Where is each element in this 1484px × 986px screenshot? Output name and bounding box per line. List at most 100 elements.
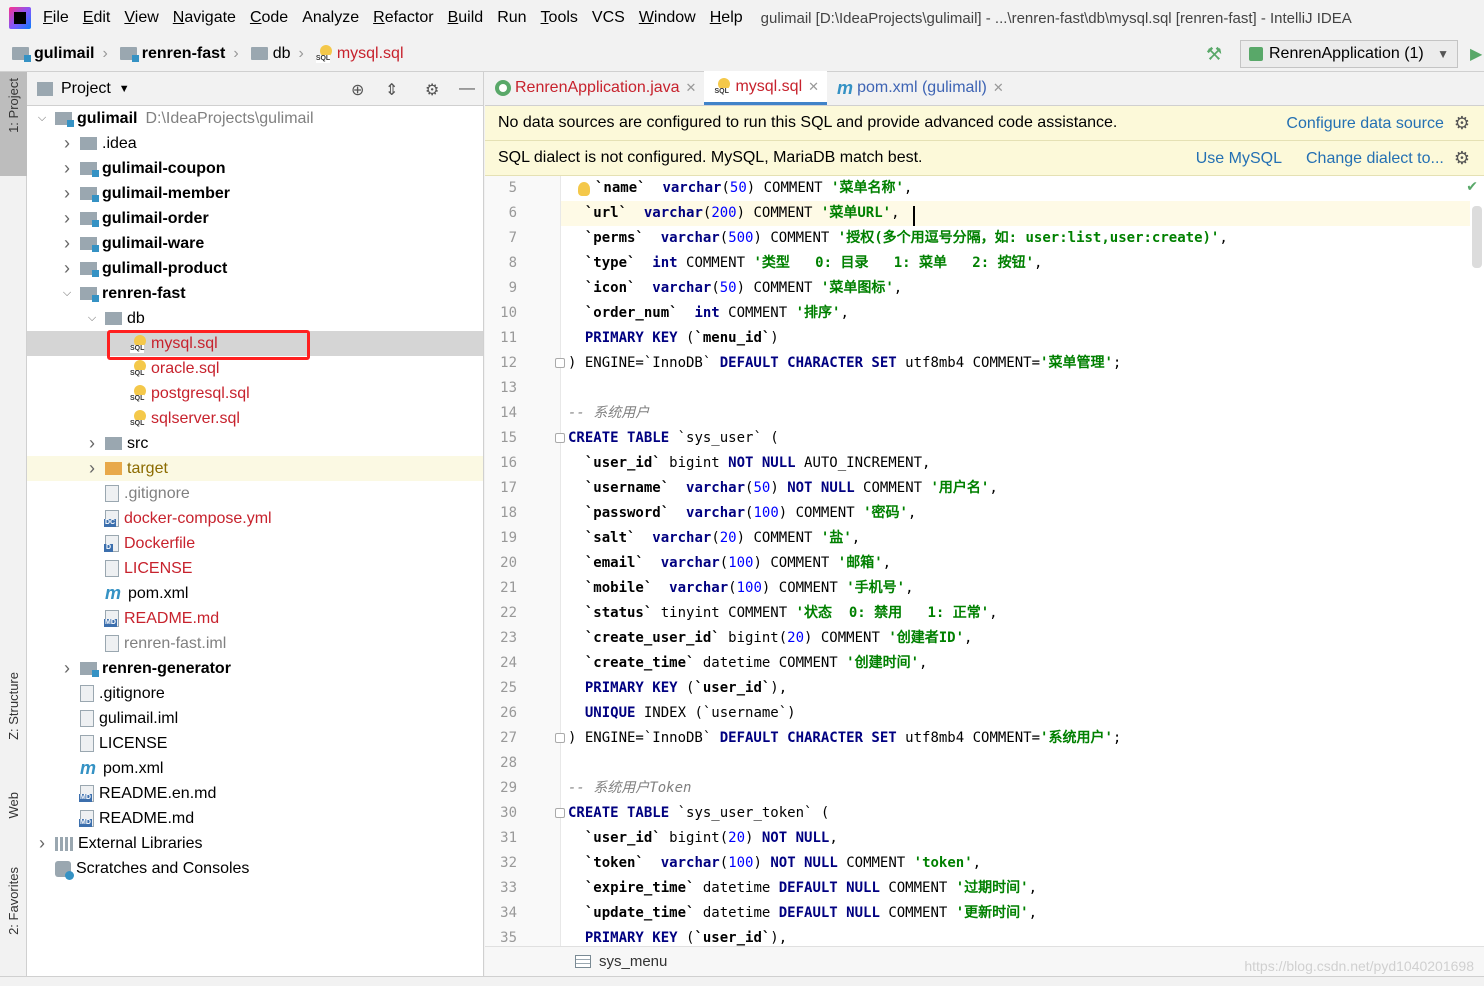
tree-node[interactable]: › target bbox=[27, 456, 483, 481]
menu-window[interactable]: Window bbox=[639, 0, 696, 36]
tree-node[interactable]: Scratches and Consoles bbox=[27, 856, 483, 881]
tree-node[interactable]: m pom.xml bbox=[27, 581, 483, 606]
chevron-right-icon[interactable]: › bbox=[60, 258, 74, 279]
locate-file-icon[interactable]: ⊕ bbox=[351, 80, 364, 100]
tree-node[interactable]: ⌵ db bbox=[27, 306, 483, 331]
chevron-right-icon[interactable]: › bbox=[60, 233, 74, 254]
tree-node[interactable]: LICENSE bbox=[27, 556, 483, 581]
lightbulb-icon[interactable] bbox=[578, 182, 590, 196]
gear-icon[interactable]: ⚙ bbox=[425, 80, 439, 100]
tree-node[interactable]: › .idea bbox=[27, 131, 483, 156]
tree-node[interactable]: m pom.xml bbox=[27, 756, 483, 781]
breadcrumb-gulimail[interactable]: gulimail › bbox=[12, 45, 108, 63]
run-configuration-select[interactable]: RenrenApplication (1) ▼ bbox=[1240, 40, 1458, 68]
menu-run[interactable]: Run bbox=[497, 0, 526, 36]
vertical-scrollbar[interactable] bbox=[1472, 206, 1482, 268]
configure-data-source-link[interactable]: Configure data source bbox=[1286, 115, 1443, 133]
tree-node[interactable]: › gulimail-ware bbox=[27, 231, 483, 256]
chevron-right-icon[interactable]: › bbox=[60, 158, 74, 179]
fold-marker-icon[interactable] bbox=[555, 433, 565, 443]
chevron-down-icon[interactable]: ⌵ bbox=[60, 287, 74, 300]
tree-node[interactable]: README.md bbox=[27, 806, 483, 831]
gear-icon[interactable]: ⚙ bbox=[1454, 148, 1470, 169]
breadcrumb-renren-fast[interactable]: renren-fast › bbox=[119, 45, 239, 63]
run-icon[interactable]: ▶ bbox=[1470, 44, 1482, 64]
fold-marker-icon[interactable] bbox=[555, 808, 565, 818]
fold-marker-icon[interactable] bbox=[555, 358, 565, 368]
tree-node[interactable]: README.md bbox=[27, 606, 483, 631]
menu-tools[interactable]: Tools bbox=[541, 0, 578, 36]
tree-node[interactable]: docker-compose.yml bbox=[27, 506, 483, 531]
menu-file[interactable]: File bbox=[43, 0, 69, 36]
build-hammer-icon[interactable]: ⚒ bbox=[1206, 44, 1226, 64]
menu-build[interactable]: Build bbox=[448, 0, 484, 36]
tool-tab-favorites[interactable]: 2: Favorites bbox=[0, 867, 27, 935]
code-token: UNIQUE bbox=[584, 705, 636, 721]
tool-tab-web[interactable]: Web bbox=[0, 792, 27, 819]
chevron-right-icon[interactable]: › bbox=[35, 833, 49, 854]
menu-navigate[interactable]: Navigate bbox=[173, 0, 236, 36]
breadcrumb-db[interactable]: db › bbox=[250, 45, 304, 63]
tab-mysql-sql[interactable]: mysql.sql ✕ bbox=[704, 71, 828, 105]
menu-code[interactable]: Code bbox=[250, 0, 288, 36]
fold-marker-icon[interactable] bbox=[555, 733, 565, 743]
chevron-right-icon[interactable]: › bbox=[85, 433, 99, 454]
breadcrumb-mysql-sql[interactable]: mysql.sql bbox=[315, 44, 404, 63]
hide-panel-icon[interactable]: — bbox=[459, 80, 475, 98]
close-icon[interactable]: ✕ bbox=[808, 79, 819, 95]
chevron-down-icon[interactable]: ⌵ bbox=[35, 112, 49, 125]
breadcrumb-table-name[interactable]: sys_menu bbox=[599, 953, 667, 970]
code-token: varchar bbox=[652, 530, 712, 546]
close-icon[interactable]: ✕ bbox=[993, 80, 1004, 96]
inspection-ok-icon[interactable]: ✔ bbox=[1466, 178, 1478, 195]
code-token: `url` bbox=[584, 205, 628, 221]
menu-vcs[interactable]: VCS bbox=[592, 0, 625, 36]
chevron-down-icon[interactable]: ▼ bbox=[119, 83, 130, 95]
tree-node[interactable]: › External Libraries bbox=[27, 831, 483, 856]
tree-node[interactable]: gulimail.iml bbox=[27, 706, 483, 731]
chevron-right-icon[interactable]: › bbox=[60, 133, 74, 154]
tree-node[interactable]: .gitignore bbox=[27, 481, 483, 506]
tab-pom-xml[interactable]: m pom.xml (gulimall) ✕ bbox=[827, 71, 1012, 105]
chevron-right-icon[interactable]: › bbox=[60, 183, 74, 204]
menu-analyze[interactable]: Analyze bbox=[302, 0, 359, 36]
tab-renren-application[interactable]: RenrenApplication.java ✕ bbox=[485, 71, 704, 105]
tree-node[interactable]: › renren-generator bbox=[27, 656, 483, 681]
menu-view[interactable]: View bbox=[124, 0, 158, 36]
tree-node[interactable]: › src bbox=[27, 431, 483, 456]
code-token: `create_user_id` bbox=[584, 630, 720, 646]
tool-tab-project[interactable]: 1: Project bbox=[0, 72, 27, 176]
tree-node[interactable]: ⌵ renren-fast bbox=[27, 281, 483, 306]
tree-node[interactable]: README.en.md bbox=[27, 781, 483, 806]
collapse-all-icon[interactable]: ⇕ bbox=[385, 80, 398, 100]
tree-node[interactable]: Dockerfile bbox=[27, 531, 483, 556]
menu-help[interactable]: Help bbox=[710, 0, 743, 36]
tool-tab-structure[interactable]: Z: Structure bbox=[0, 672, 27, 740]
gear-icon[interactable]: ⚙ bbox=[1454, 113, 1470, 134]
code-line: `url` varchar(200) COMMENT '菜单URL', bbox=[568, 201, 900, 226]
chevron-right-icon[interactable]: › bbox=[60, 658, 74, 679]
tree-node[interactable]: › gulimall-product bbox=[27, 256, 483, 281]
tree-node[interactable]: › gulimail-coupon bbox=[27, 156, 483, 181]
code-token: ) COMMENT bbox=[761, 580, 847, 596]
window-title: gulimail [D:\IdeaProjects\gulimail] - ..… bbox=[760, 9, 1352, 27]
tree-node[interactable]: renren-fast.iml bbox=[27, 631, 483, 656]
tree-node[interactable]: ⌵ gulimail D:\IdeaProjects\gulimail bbox=[27, 106, 483, 131]
menu-edit[interactable]: Edit bbox=[83, 0, 111, 36]
tree-node[interactable]: › gulimail-order bbox=[27, 206, 483, 231]
project-view-select[interactable]: Project bbox=[61, 80, 111, 98]
chevron-right-icon[interactable]: › bbox=[60, 208, 74, 229]
chevron-down-icon[interactable]: ⌵ bbox=[85, 312, 99, 325]
tree-node[interactable]: postgresql.sql bbox=[27, 381, 483, 406]
tree-node[interactable]: sqlserver.sql bbox=[27, 406, 483, 431]
code-editor[interactable]: 5 6 7 8 9 10 11 12 13 14 15 16 17 18 19 20 21 22 23 24 25 26 2… bbox=[485, 176, 1484, 946]
chevron-right-icon[interactable]: › bbox=[85, 458, 99, 479]
tree-node[interactable]: › gulimail-member bbox=[27, 181, 483, 206]
close-icon[interactable]: ✕ bbox=[686, 80, 697, 96]
tree-node[interactable]: LICENSE bbox=[27, 731, 483, 756]
menu-refactor[interactable]: Refactor bbox=[373, 0, 433, 36]
code-token: ) COMMENT bbox=[804, 630, 889, 646]
tree-node[interactable]: .gitignore bbox=[27, 681, 483, 706]
change-dialect-link[interactable]: Change dialect to... bbox=[1306, 150, 1444, 168]
use-mysql-link[interactable]: Use MySQL bbox=[1196, 150, 1282, 168]
